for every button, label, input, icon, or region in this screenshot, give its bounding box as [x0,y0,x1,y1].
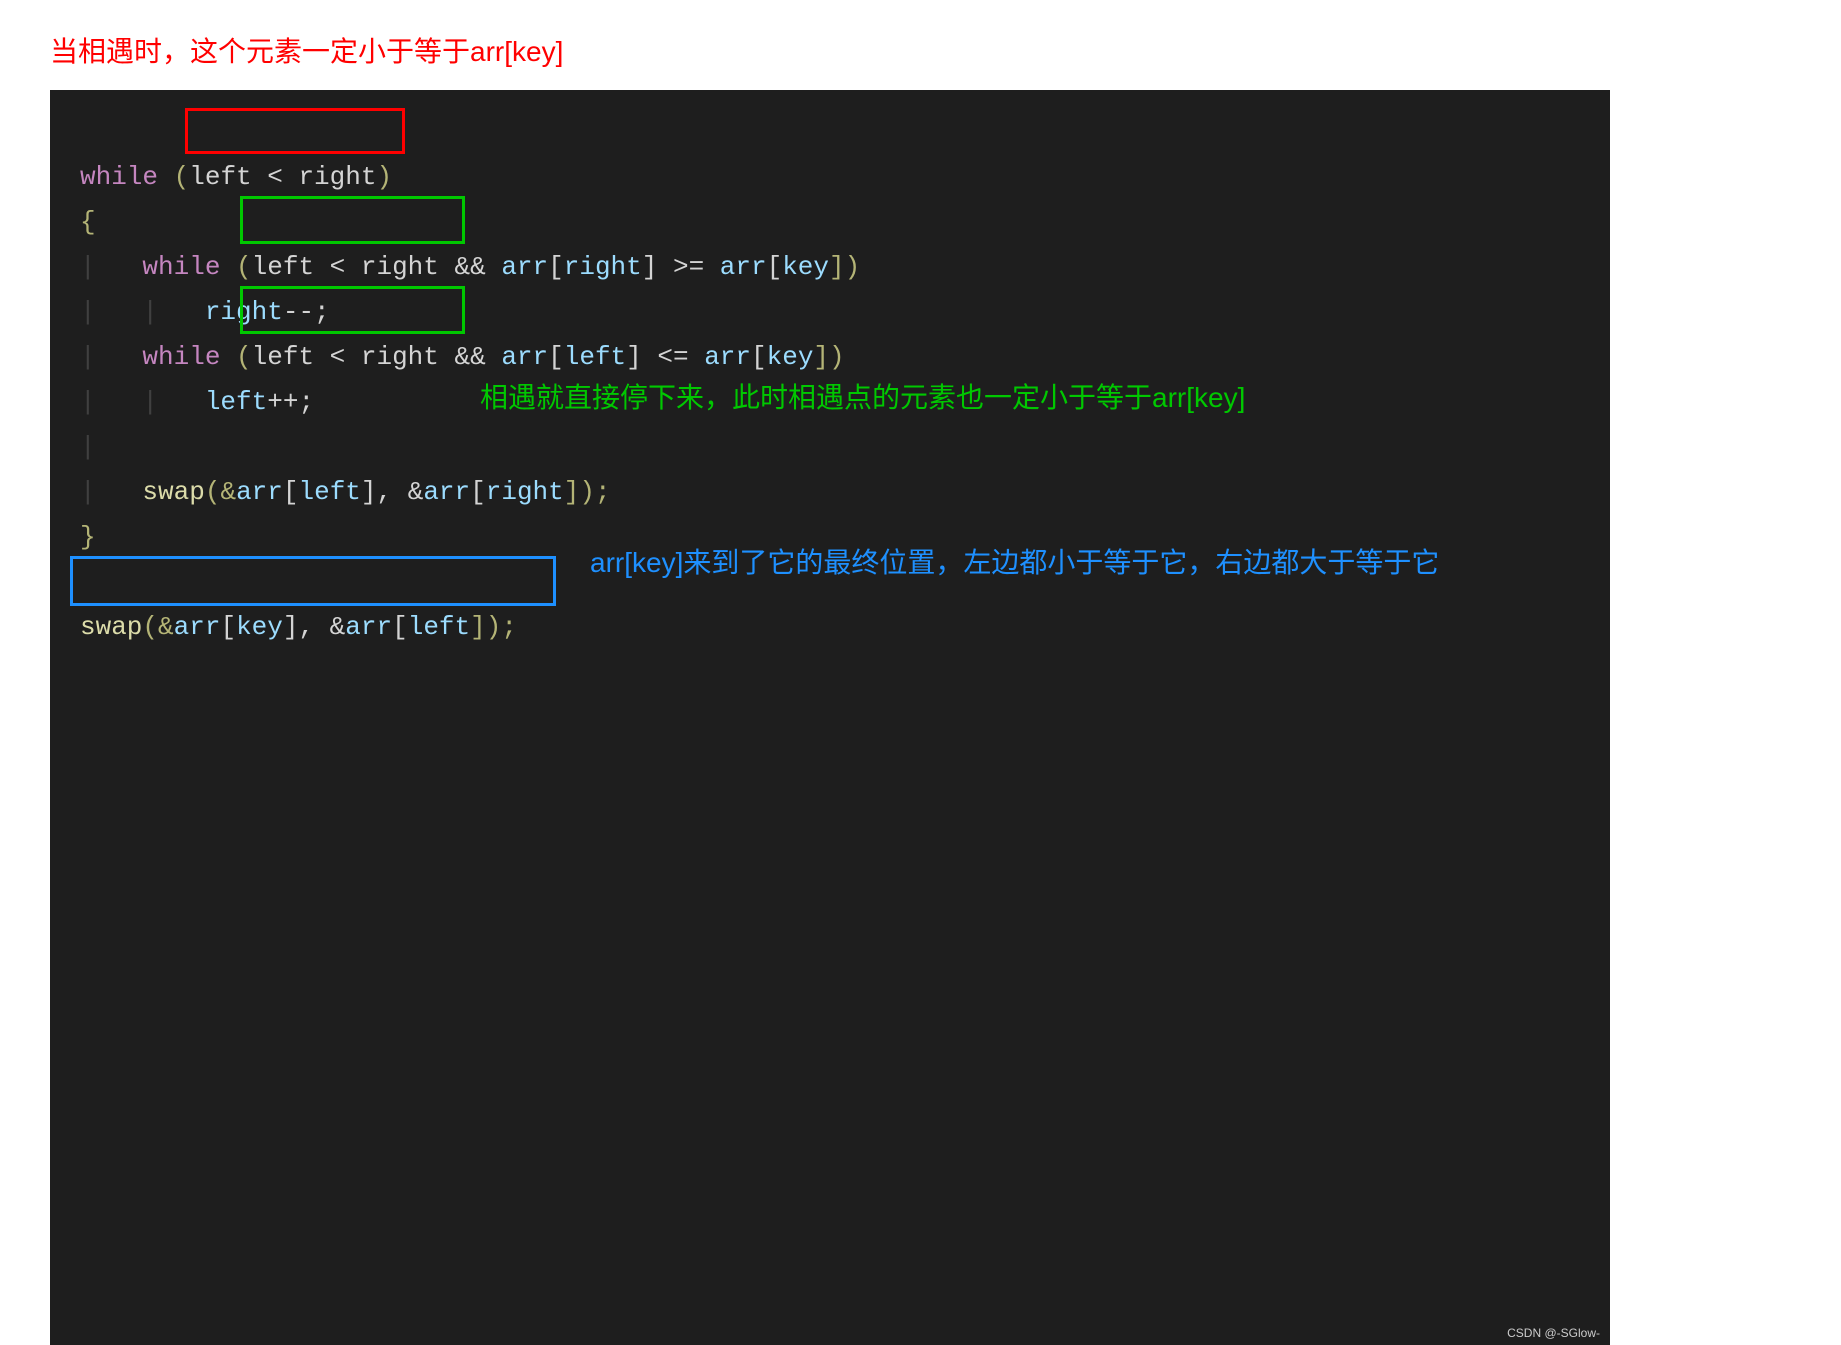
code-block: while (left < right) { | while (left < r… [50,90,1610,1345]
highlight-blue-box [70,556,556,606]
annotation-blue: arr[key]来到了它的最终位置，左边都小于等于它，右边都大于等于它 [590,540,1290,586]
highlight-red-box [185,108,405,154]
figure: 当相遇时，这个元素一定小于等于arr[key] while (left < ri… [0,0,1610,1345]
brace-close: } [80,522,96,552]
annotation-red-top: 当相遇时，这个元素一定小于等于arr[key] [50,30,1610,70]
keyword-while: while [80,162,158,192]
highlight-green-box-1 [240,196,465,244]
brace-open: { [80,207,96,237]
annotation-green: 相遇就直接停下来，此时相遇点的元素也一定小于等于arr[key] [480,375,1245,420]
watermark: CSDN @-SGlow- [1507,1326,1600,1340]
